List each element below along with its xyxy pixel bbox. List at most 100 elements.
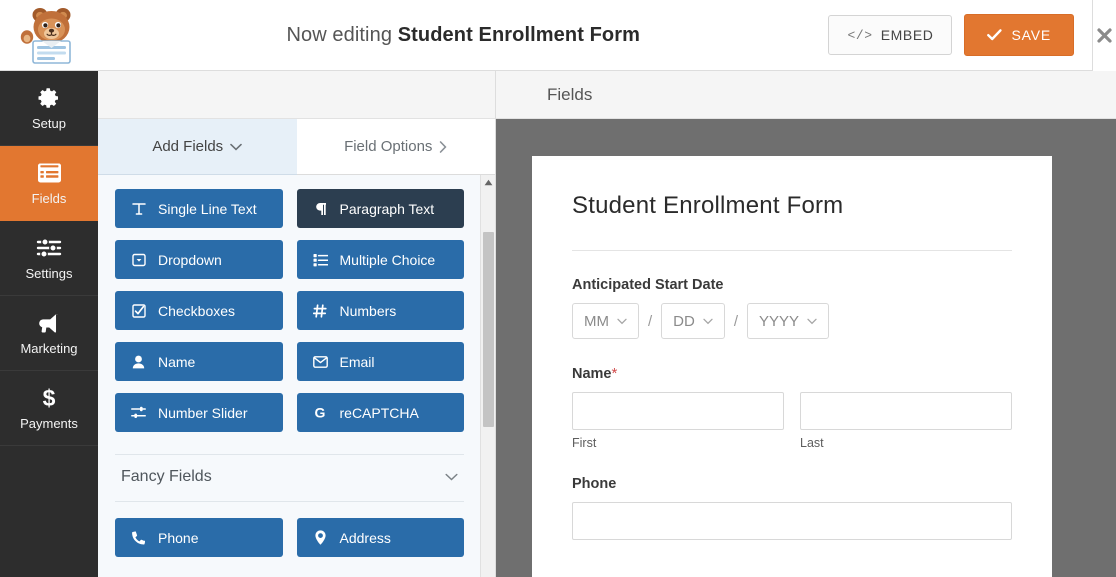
chevron-down-icon xyxy=(703,318,713,325)
megaphone-icon xyxy=(36,310,62,336)
top-bar-actions: </> EMBED SAVE xyxy=(828,14,1092,56)
envelope-icon xyxy=(312,356,329,368)
svg-text:$: $ xyxy=(43,386,56,411)
chevron-down-icon xyxy=(230,143,242,151)
chevron-down-icon xyxy=(617,318,627,325)
name-last-column: Last xyxy=(800,392,1012,450)
preview-header: Fields xyxy=(496,71,1116,119)
panel-top-strip xyxy=(98,71,495,119)
svg-text:G: G xyxy=(315,405,326,420)
field-button-label: Single Line Text xyxy=(158,201,257,217)
field-button-dropdown[interactable]: Dropdown xyxy=(115,240,283,279)
form-field-phone[interactable]: Phone xyxy=(572,476,1012,540)
date-separator: / xyxy=(648,313,652,330)
form-field-name[interactable]: Name* First Last xyxy=(572,365,1012,450)
panel-scrollbar-thumb[interactable] xyxy=(483,232,494,427)
date-separator: / xyxy=(734,313,738,330)
name-last-input[interactable] xyxy=(800,392,1012,430)
name-first-sublabel: First xyxy=(572,436,784,450)
field-button-label: Paragraph Text xyxy=(340,201,435,217)
form-preview-card: Student Enrollment Form Anticipated Star… xyxy=(532,156,1052,577)
preview-header-title: Fields xyxy=(547,85,592,105)
save-button[interactable]: SAVE xyxy=(964,14,1074,56)
date-day-value: DD xyxy=(673,313,695,330)
form-field-label: Anticipated Start Date xyxy=(572,277,1012,293)
date-dropdown-row: MM / DD / YYYY xyxy=(572,303,1012,339)
field-button-single-line-text[interactable]: Single Line Text xyxy=(115,189,283,228)
sidebar-item-label: Fields xyxy=(32,191,67,206)
field-button-number-slider[interactable]: Number Slider xyxy=(115,393,283,432)
tab-add-fields[interactable]: Add Fields xyxy=(98,119,297,175)
sidebar-item-label: Setup xyxy=(32,116,66,131)
field-button-paragraph-text[interactable]: Paragraph Text xyxy=(297,189,465,228)
field-button-label: Phone xyxy=(158,530,198,546)
field-button-email[interactable]: Email xyxy=(297,342,465,381)
fields-panel: Add Fields Field Options xyxy=(98,71,496,577)
check-icon xyxy=(987,29,1002,41)
tab-add-fields-label: Add Fields xyxy=(152,138,223,155)
pilcrow-icon xyxy=(312,202,329,216)
sliders-icon xyxy=(36,235,62,261)
close-builder-button[interactable] xyxy=(1092,0,1116,71)
field-button-multiple-choice[interactable]: Multiple Choice xyxy=(297,240,465,279)
field-button-phone[interactable]: Phone xyxy=(115,518,283,557)
google-g-icon: G xyxy=(312,405,329,420)
tab-field-options[interactable]: Field Options xyxy=(297,119,496,175)
field-button-label: Multiple Choice xyxy=(340,252,436,268)
sidebar-item-label: Marketing xyxy=(20,341,77,356)
field-button-name[interactable]: Name xyxy=(115,342,283,381)
top-bar: Now editing Student Enrollment Form </> … xyxy=(0,0,1092,71)
panel-scrollbar[interactable] xyxy=(480,175,495,577)
sidebar-item-settings[interactable]: Settings xyxy=(0,221,98,296)
field-button-numbers[interactable]: Numbers xyxy=(297,291,465,330)
text-icon xyxy=(130,202,147,216)
hash-icon xyxy=(312,304,329,318)
map-pin-icon xyxy=(312,530,329,545)
date-month-select[interactable]: MM xyxy=(572,303,639,339)
form-field-label-text: Name xyxy=(572,366,612,382)
date-day-select[interactable]: DD xyxy=(661,303,725,339)
sliders-icon xyxy=(130,406,147,419)
field-button-label: Name xyxy=(158,354,195,370)
sidebar-item-label: Payments xyxy=(20,416,78,431)
dollar-icon: $ xyxy=(40,385,58,411)
embed-button[interactable]: </> EMBED xyxy=(828,15,952,55)
wpforms-bear-logo-icon xyxy=(18,5,80,65)
gear-icon xyxy=(37,85,61,111)
sidebar-item-marketing[interactable]: Marketing xyxy=(0,296,98,371)
form-preview-area: Fields Student Enrollment Form Anticipat… xyxy=(496,71,1116,577)
field-button-label: Numbers xyxy=(340,303,397,319)
sidebar-item-fields[interactable]: Fields xyxy=(0,146,98,221)
form-name: Student Enrollment Form xyxy=(398,24,640,46)
list-icon xyxy=(37,160,62,186)
sidebar-item-payments[interactable]: $ Payments xyxy=(0,371,98,446)
sidebar-item-setup[interactable]: Setup xyxy=(0,71,98,146)
section-header-fancy-fields[interactable]: Fancy Fields xyxy=(115,454,464,502)
fancy-fields-grid: Phone Address xyxy=(115,518,464,557)
embed-button-label: EMBED xyxy=(881,27,934,43)
editing-prefix: Now editing xyxy=(286,24,392,46)
checkbox-icon xyxy=(130,304,147,318)
required-indicator: * xyxy=(612,365,618,382)
builder-sidebar: Setup Fields xyxy=(0,71,98,577)
code-icon: </> xyxy=(847,28,872,43)
phone-input[interactable] xyxy=(572,502,1012,540)
page-title: Now editing Student Enrollment Form xyxy=(98,24,828,47)
tab-field-options-label: Field Options xyxy=(344,138,432,155)
field-button-checkboxes[interactable]: Checkboxes xyxy=(115,291,283,330)
field-button-label: Checkboxes xyxy=(158,303,235,319)
form-field-date[interactable]: Anticipated Start Date MM / DD xyxy=(572,277,1012,339)
user-icon xyxy=(130,355,147,369)
phone-icon xyxy=(130,531,147,545)
wpforms-form-builder: Now editing Student Enrollment Form </> … xyxy=(0,0,1116,577)
name-first-input[interactable] xyxy=(572,392,784,430)
field-button-label: Address xyxy=(340,530,391,546)
field-button-label: Email xyxy=(340,354,375,370)
name-first-column: First xyxy=(572,392,784,450)
scroll-up-arrow-icon[interactable] xyxy=(481,175,495,190)
section-header-label: Fancy Fields xyxy=(121,468,212,486)
sidebar-item-label: Settings xyxy=(26,266,73,281)
date-year-select[interactable]: YYYY xyxy=(747,303,829,339)
field-button-address[interactable]: Address xyxy=(297,518,465,557)
field-button-recaptcha[interactable]: G reCAPTCHA xyxy=(297,393,465,432)
